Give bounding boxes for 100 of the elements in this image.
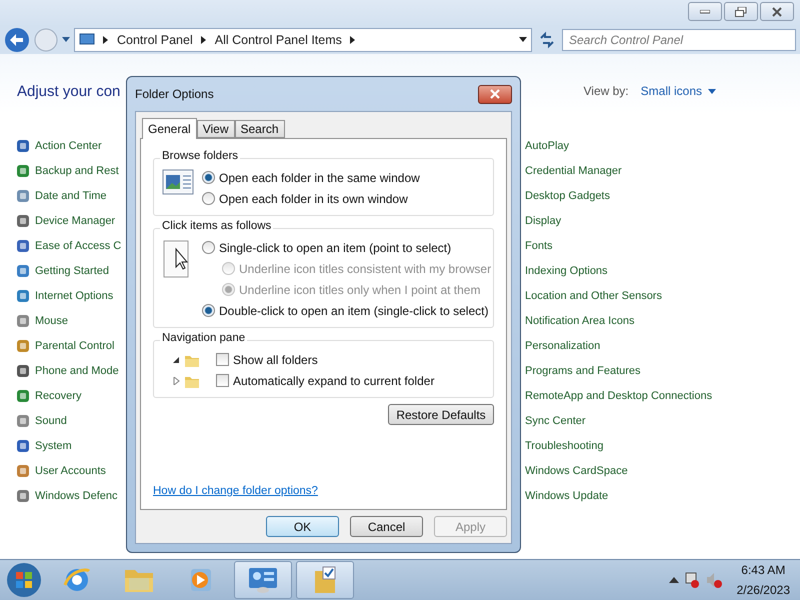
clock-time[interactable]: 6:43 AM — [741, 560, 786, 580]
tab[interactable]: General — [142, 118, 197, 139]
close-button[interactable] — [478, 84, 512, 104]
applet-icon — [15, 438, 31, 454]
applet-link[interactable]: Ease of Access C — [35, 240, 122, 252]
applet-link[interactable]: Internet Options — [35, 290, 114, 302]
group-label: Browse folders — [160, 150, 240, 162]
group-label: Click items as follows — [160, 220, 274, 232]
applet-link[interactable]: RemoteApp and Desktop Connections — [525, 390, 712, 402]
applet-icon — [15, 138, 31, 154]
breadcrumb-item[interactable]: All Control Panel Items — [214, 33, 342, 47]
close-button[interactable] — [760, 2, 794, 21]
applet-link[interactable]: User Accounts — [35, 464, 106, 476]
restore-defaults-button[interactable]: Restore Defaults — [388, 404, 494, 425]
window-icon — [162, 167, 194, 197]
control-panel-icon[interactable] — [247, 566, 279, 594]
address-bar[interactable]: Control Panel All Control Panel Items — [74, 28, 532, 52]
start-button[interactable] — [4, 561, 44, 599]
checkbox-label[interactable]: Show all folders — [233, 352, 318, 366]
radio-option[interactable]: Single-click to open an item (point to select) — [202, 237, 492, 258]
applet-link[interactable]: Fonts — [525, 240, 553, 252]
chevron-icon[interactable] — [200, 36, 207, 44]
applet-link[interactable]: Getting Started — [35, 264, 109, 276]
applet-link[interactable]: Personalization — [525, 340, 600, 352]
view-by-label: View by: — [584, 84, 629, 98]
radio-button[interactable] — [202, 241, 215, 254]
applet-link[interactable]: Notification Area Icons — [525, 314, 634, 326]
volume-muted-icon[interactable] — [704, 571, 723, 589]
media-player-icon[interactable] — [188, 566, 214, 594]
applet-link[interactable]: Sound — [35, 414, 67, 426]
taskbar-button[interactable] — [234, 561, 292, 599]
dialog-button[interactable]: OK — [266, 516, 339, 537]
applet-link[interactable]: Sync Center — [525, 414, 586, 426]
applet-icon — [15, 288, 31, 304]
applet-link[interactable]: Windows Update — [525, 490, 608, 502]
applet-icon — [15, 238, 31, 254]
applet-link[interactable]: Action Center — [35, 140, 102, 152]
chevron-icon[interactable] — [103, 36, 109, 44]
close-icon — [772, 6, 782, 16]
radio-button[interactable] — [202, 192, 215, 205]
applet-icon — [15, 312, 31, 328]
restore-icon — [735, 6, 747, 16]
applet-link[interactable]: Backup and Rest — [35, 164, 119, 176]
applet-icon — [15, 412, 31, 428]
control-panel-icon — [79, 33, 95, 47]
dialog-title: Folder Options — [135, 87, 214, 101]
applet-link[interactable]: Mouse — [35, 314, 68, 326]
applet-icon — [15, 188, 31, 204]
radio-button[interactable] — [202, 304, 215, 317]
applet-icon — [15, 362, 31, 378]
applet-icon — [15, 262, 31, 278]
dropdown-icon[interactable] — [519, 37, 527, 43]
applet-link[interactable]: Date and Time — [35, 190, 107, 202]
caret-icon — [708, 88, 716, 94]
applet-icon — [15, 338, 31, 354]
applet-link[interactable]: Programs and Features — [525, 364, 641, 376]
tab[interactable]: View — [196, 120, 234, 138]
minimize-icon — [700, 10, 710, 14]
taskbar-button[interactable] — [296, 561, 354, 599]
applet-link[interactable]: Indexing Options — [525, 264, 608, 276]
radio-option[interactable]: Open each folder in the same window — [202, 167, 420, 188]
chevron-icon[interactable] — [350, 36, 356, 44]
applet-link[interactable]: Location and Other Sensors — [525, 290, 662, 302]
restore-button[interactable] — [724, 2, 758, 21]
radio-button[interactable] — [202, 171, 215, 184]
breadcrumb-item[interactable]: Control Panel — [117, 33, 193, 47]
checkbox-label[interactable]: Automatically expand to current folder — [233, 374, 434, 388]
page-heading: Adjust your con — [17, 82, 120, 100]
tray-expand-icon[interactable] — [668, 577, 679, 583]
applet-link[interactable]: Windows CardSpace — [525, 464, 628, 476]
close-icon — [490, 89, 500, 99]
applet-link[interactable]: Parental Control — [35, 340, 114, 352]
applet-link[interactable]: Phone and Mode — [35, 364, 119, 376]
help-link[interactable]: How do I change folder options? — [153, 485, 318, 497]
tab[interactable]: Search — [234, 120, 285, 138]
dialog-button[interactable]: Cancel — [350, 516, 423, 537]
checkbox[interactable] — [216, 353, 229, 366]
applet-icon — [15, 462, 31, 478]
applet-link[interactable]: Credential Manager — [525, 164, 622, 176]
clock-date[interactable]: 2/26/2023 — [736, 580, 790, 600]
applet-link[interactable]: Device Manager — [35, 214, 116, 226]
applet-icon — [15, 388, 31, 404]
applet-link[interactable]: Recovery — [35, 390, 82, 402]
view-mode-dropdown[interactable]: Small icons — [640, 84, 716, 98]
minimize-button[interactable] — [688, 2, 722, 21]
checkbox[interactable] — [216, 374, 229, 387]
applet-link[interactable]: System — [35, 440, 72, 452]
radio-option[interactable]: Open each folder in its own window — [202, 188, 420, 209]
search-field[interactable]: Search Control Panel — [562, 29, 796, 51]
applet-link[interactable]: Desktop Gadgets — [525, 190, 610, 202]
applet-link[interactable]: Display — [525, 214, 562, 226]
applet-icon — [15, 488, 31, 504]
applet-link[interactable]: Windows Defenc — [35, 490, 118, 502]
applet-icon — [15, 212, 31, 228]
network-icon[interactable] — [682, 571, 701, 589]
back-icon[interactable] — [4, 27, 30, 53]
applet-link[interactable]: Troubleshooting — [525, 440, 604, 452]
applet-link[interactable]: AutoPlay — [525, 140, 570, 152]
group-label: Navigation pane — [160, 332, 248, 344]
radio-option[interactable]: Double-click to open an item (single-click to select) — [202, 300, 492, 321]
